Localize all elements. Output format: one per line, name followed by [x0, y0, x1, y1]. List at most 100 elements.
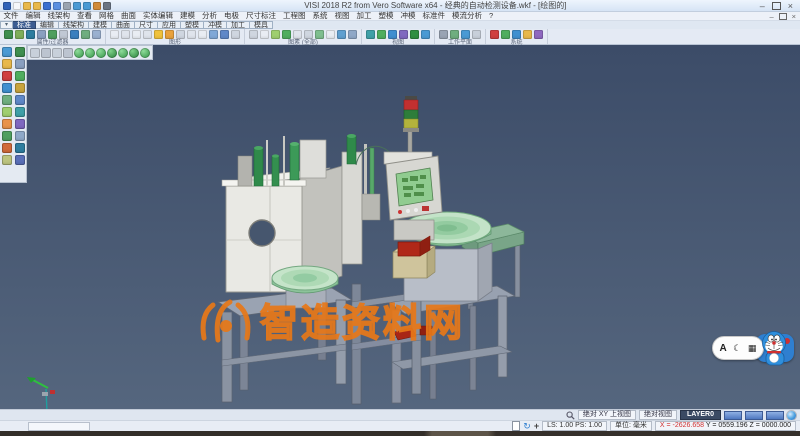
ribbon-tab[interactable]: 加工 [227, 21, 250, 29]
active-layer-badge[interactable]: LAYER0 [680, 410, 721, 420]
ime-fullhalf-icon[interactable]: ☾ [733, 343, 741, 354]
window-single-icon[interactable] [30, 48, 40, 58]
view-iso-icon[interactable] [399, 30, 408, 39]
menu-item[interactable]: ? [486, 12, 497, 20]
system-macro-icon[interactable] [523, 30, 532, 39]
menu-item[interactable]: 标准件 [419, 12, 449, 20]
hatch-tool-icon[interactable] [15, 155, 25, 165]
menu-item[interactable]: 系统 [309, 12, 331, 20]
zoom-all-icon[interactable] [198, 30, 207, 39]
mdi-minimize-button[interactable]: – [769, 13, 773, 20]
view-mode-indicator[interactable]: 绝对视图 [639, 410, 677, 420]
view-top-icon[interactable] [96, 48, 106, 58]
line-tool-icon[interactable] [15, 47, 25, 57]
ribbon-tab[interactable]: 曲面 [112, 21, 135, 29]
rectangle-tool-icon[interactable] [2, 71, 12, 81]
invert-selection-icon[interactable] [315, 30, 324, 39]
menu-item[interactable]: 电极 [221, 12, 243, 20]
wireframe-mode-icon[interactable] [176, 30, 185, 39]
menu-item[interactable]: 视图 [331, 12, 353, 20]
menu-item[interactable]: 编辑 [22, 12, 44, 20]
rotate-view-icon[interactable] [220, 30, 229, 39]
shaded-mode-icon[interactable] [154, 30, 163, 39]
select-chain-icon[interactable] [271, 30, 280, 39]
offset-tool-icon[interactable] [2, 107, 12, 117]
window-multi-icon[interactable] [41, 48, 51, 58]
reselect-icon[interactable] [337, 30, 346, 39]
prompt-field[interactable] [28, 422, 90, 431]
view-rear-icon[interactable] [129, 48, 139, 58]
workplane-face-icon[interactable] [450, 30, 459, 39]
view-dynamic-icon[interactable] [140, 48, 150, 58]
select-window-icon[interactable] [260, 30, 269, 39]
redo-icon[interactable] [83, 2, 91, 10]
shaded-edges-icon[interactable] [165, 30, 174, 39]
workplane-indicator[interactable]: 绝对 XY 上视图 [578, 410, 636, 420]
undo-icon[interactable] [73, 2, 81, 10]
print-icon[interactable] [63, 2, 71, 10]
redraw-icon[interactable] [121, 30, 130, 39]
view-side-icon[interactable] [388, 30, 397, 39]
chamfer-tool-icon[interactable] [15, 83, 25, 93]
select-type-icon[interactable] [304, 30, 313, 39]
menu-item[interactable]: 网格 [96, 12, 118, 20]
ribbon-tab[interactable]: 编辑 [36, 21, 59, 29]
arc-tool-icon[interactable] [2, 59, 12, 69]
ribbon-tab[interactable]: 模具 [250, 21, 273, 29]
view-front-icon[interactable] [85, 48, 95, 58]
window-tile-icon[interactable] [63, 48, 73, 58]
extend-tool-icon[interactable] [15, 95, 25, 105]
polyline-tool-icon[interactable] [15, 71, 25, 81]
trim-tool-icon[interactable] [2, 95, 12, 105]
system-help-icon[interactable] [534, 30, 543, 39]
line-type-filter-icon[interactable] [15, 30, 24, 39]
menu-item[interactable]: 文件 [0, 12, 22, 20]
ribbon-tab[interactable]: 冲模 [204, 21, 227, 29]
surface-filter-icon[interactable] [59, 30, 68, 39]
hidden-line-icon[interactable] [187, 30, 196, 39]
select-color-icon[interactable] [282, 30, 291, 39]
close-button[interactable]: × [788, 2, 793, 10]
rotate-tool-icon[interactable] [15, 119, 25, 129]
mdi-close-button[interactable]: × [792, 13, 796, 20]
clear-selection-icon[interactable] [326, 30, 335, 39]
refresh-icon[interactable]: ↻ [523, 422, 531, 430]
more-commands-icon[interactable] [103, 2, 111, 10]
panel-button-white[interactable] [406, 209, 410, 213]
scale-tool-icon[interactable] [2, 131, 12, 141]
ime-language-icon[interactable]: A [720, 343, 727, 354]
curve-filter-icon[interactable] [48, 30, 57, 39]
new-window-icon[interactable] [110, 30, 119, 39]
ribbon-tab[interactable]: 塑模 [181, 21, 204, 29]
maximize-button[interactable] [772, 2, 781, 10]
filter-reset-icon[interactable] [92, 30, 101, 39]
layer-filter-icon[interactable] [26, 30, 35, 39]
menu-item[interactable]: 查看 [74, 12, 96, 20]
world-icon[interactable] [787, 411, 796, 420]
mirror-tool-icon[interactable] [15, 107, 25, 117]
view-axonometric-icon[interactable] [74, 48, 84, 58]
menu-item[interactable]: 线架构 [44, 12, 74, 20]
select-layer-icon[interactable] [293, 30, 302, 39]
menu-item[interactable]: 实体编辑 [140, 12, 177, 20]
system-database-icon[interactable] [501, 30, 510, 39]
view-top-icon[interactable] [366, 30, 375, 39]
viewport-3d[interactable]: 智造资料网 [0, 45, 800, 409]
open-recent-icon[interactable] [33, 2, 41, 10]
ribbon-tab[interactable]: 尺寸 [135, 21, 158, 29]
workplane-standard-icon[interactable] [439, 30, 448, 39]
menu-item[interactable]: 工程图 [280, 12, 310, 20]
view-right-icon[interactable] [107, 48, 117, 58]
panel-button-red[interactable] [398, 210, 402, 214]
previous-view-icon[interactable] [231, 30, 240, 39]
edit-workfile-icon[interactable] [93, 2, 101, 10]
open-file-icon[interactable] [23, 2, 31, 10]
menu-item[interactable]: 塑模 [375, 12, 397, 20]
system-calculator-icon[interactable] [512, 30, 521, 39]
save-all-icon[interactable] [53, 2, 61, 10]
save-file-icon[interactable] [43, 2, 51, 10]
group-filter-icon[interactable] [81, 30, 90, 39]
view-left-icon[interactable] [118, 48, 128, 58]
menu-item[interactable]: 分析 [199, 12, 221, 20]
pan-view-icon[interactable] [209, 30, 218, 39]
